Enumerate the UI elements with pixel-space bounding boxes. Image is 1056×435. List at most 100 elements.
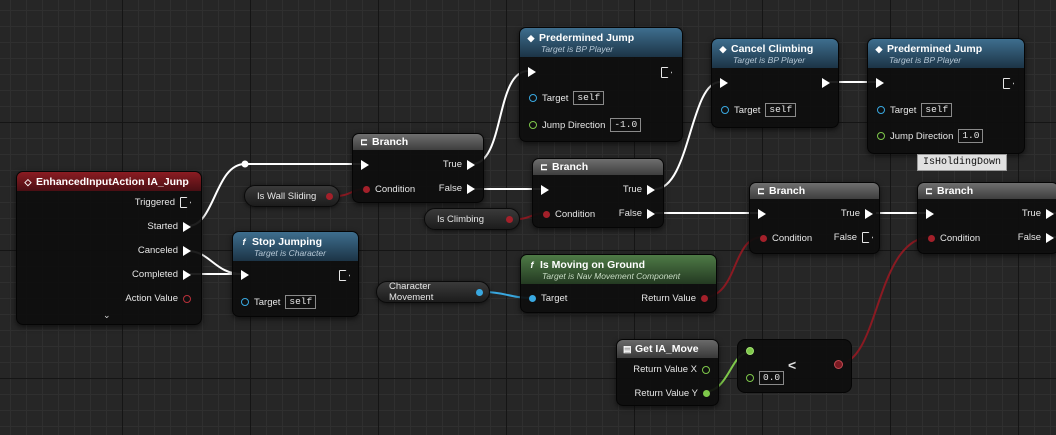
predermined-jump-node-2[interactable]: ◆ Predermined Jump Target is BP Player Ta… — [867, 38, 1025, 154]
object-pin-icon[interactable] — [721, 106, 729, 114]
exec-in-pin[interactable] — [528, 67, 536, 77]
node-header[interactable]: f Is Moving on Ground Target is Nav Movem… — [521, 255, 716, 284]
float-pin-icon[interactable] — [702, 365, 710, 374]
false-pin[interactable]: False — [1018, 232, 1054, 243]
float-pin-icon[interactable] — [703, 390, 710, 397]
exec-pin-icon[interactable] — [467, 159, 475, 170]
bool-pin-icon[interactable] — [363, 186, 370, 193]
bool-pin-icon[interactable] — [543, 211, 550, 218]
input-b-pin[interactable]: 0.0 — [746, 371, 785, 385]
exec-out-pin[interactable] — [339, 270, 350, 281]
exec-pin-icon[interactable] — [862, 232, 873, 243]
exec-pin-icon[interactable] — [1046, 232, 1054, 243]
exec-pin-icon[interactable] — [647, 184, 655, 195]
exec-pin-icon[interactable] — [183, 221, 191, 232]
exec-in-pin[interactable] — [758, 209, 766, 219]
get-ia-move-node[interactable]: ▤ Get IA_Move Return Value X Return Value… — [616, 339, 719, 406]
branch-node-1[interactable]: ⊏ Branch True Condition False — [352, 133, 484, 203]
exec-pin-icon[interactable] — [1046, 208, 1054, 219]
return-value-y-pin[interactable]: Return Value Y — [634, 388, 710, 399]
exec-in-pin[interactable] — [241, 270, 249, 280]
node-header[interactable]: f Stop Jumping Target is Character — [233, 232, 358, 261]
pin-action-value[interactable]: Action Value — [125, 293, 191, 304]
true-pin[interactable]: True — [1022, 208, 1054, 219]
true-pin[interactable]: True — [841, 208, 873, 219]
event-node-header[interactable]: ◇ EnhancedInputAction IA_Junp — [17, 172, 201, 191]
float-pin-icon[interactable] — [746, 374, 754, 382]
target-pin[interactable]: Target self — [241, 295, 317, 309]
float-pin-icon[interactable] — [746, 347, 754, 355]
pin-started[interactable]: Started — [147, 221, 191, 232]
false-pin[interactable]: False — [834, 232, 873, 243]
return-value-pin[interactable]: Return Value — [641, 293, 708, 304]
float-pin-icon[interactable] — [529, 121, 537, 129]
node-header[interactable]: ⊏ Branch — [533, 159, 663, 175]
exec-pin-icon[interactable] — [1003, 78, 1014, 89]
object-pin-icon[interactable] — [241, 298, 249, 306]
jump-direction-pin[interactable]: Jump Direction -1.0 — [529, 118, 642, 132]
less-than-node[interactable]: 0.0 < — [737, 339, 852, 393]
exec-in-pin[interactable] — [876, 78, 884, 88]
output-pin[interactable] — [834, 360, 843, 369]
true-pin[interactable]: True — [443, 159, 475, 170]
target-value[interactable]: self — [285, 295, 317, 309]
exec-pin-icon[interactable] — [528, 67, 536, 77]
jump-direction-pin[interactable]: Jump Direction 1.0 — [877, 129, 984, 143]
exec-in-pin[interactable] — [720, 78, 728, 88]
exec-pin-icon[interactable] — [183, 245, 191, 256]
condition-pin[interactable]: Condition — [928, 233, 980, 244]
chevron-down-icon[interactable]: ⌄ — [103, 310, 111, 321]
exec-in-pin[interactable] — [541, 185, 549, 195]
node-header[interactable]: ⊏ Branch — [353, 134, 483, 150]
object-pin-icon[interactable] — [877, 106, 885, 114]
exec-pin-icon[interactable] — [865, 208, 873, 219]
target-pin[interactable]: Target self — [529, 91, 605, 105]
return-value-x-pin[interactable]: Return Value X — [633, 364, 710, 375]
character-movement-getter[interactable]: Character Movement — [376, 281, 490, 303]
node-header[interactable]: ◆ Predermined Jump Target is BP Player — [868, 39, 1024, 68]
object-pin-icon[interactable] — [529, 94, 537, 102]
target-value[interactable]: self — [573, 91, 605, 105]
predermined-jump-node-1[interactable]: ◆ Predermined Jump Target is BP Player Ta… — [519, 27, 683, 142]
node-header[interactable]: ◆ Cancel Climbing Target is BP Player — [712, 39, 838, 68]
exec-pin-icon[interactable] — [467, 183, 475, 194]
exec-pin-icon[interactable] — [661, 67, 672, 78]
bool-pin-icon[interactable] — [928, 235, 935, 242]
true-pin[interactable]: True — [623, 184, 655, 195]
bool-pin-icon[interactable] — [834, 360, 843, 369]
condition-pin[interactable]: Condition — [363, 184, 415, 195]
branch-node-4[interactable]: ⊏ Branch True Condition False — [917, 182, 1056, 254]
is-wall-sliding-getter[interactable]: Is Wall Sliding — [244, 185, 340, 207]
false-pin[interactable]: False — [439, 183, 475, 194]
condition-pin[interactable]: Condition — [760, 233, 812, 244]
event-node-ia-jump[interactable]: ◇ EnhancedInputAction IA_Junp Triggered S… — [16, 171, 202, 325]
exec-in-pin[interactable] — [926, 209, 934, 219]
target-pin[interactable]: Target — [529, 293, 567, 304]
exec-pin-icon[interactable] — [720, 78, 728, 88]
exec-pin-icon[interactable] — [361, 160, 369, 170]
exec-in-pin[interactable] — [361, 160, 369, 170]
is-climbing-getter[interactable]: Is Climbing — [424, 208, 520, 230]
object-pin-icon[interactable] — [476, 288, 483, 296]
pin-canceled[interactable]: Canceled — [138, 245, 191, 256]
exec-pin-icon[interactable] — [339, 270, 350, 281]
exec-pin-icon[interactable] — [822, 78, 830, 88]
node-header[interactable]: ⊏ Branch — [750, 183, 879, 199]
input-a-pin[interactable] — [746, 347, 754, 355]
target-pin[interactable]: Target self — [721, 103, 797, 117]
stop-jumping-node[interactable]: f Stop Jumping Target is Character Target… — [232, 231, 359, 317]
node-header[interactable]: ◆ Predermined Jump Target is BP Player — [520, 28, 682, 57]
pin-triggered[interactable]: Triggered — [135, 197, 191, 208]
exec-pin-icon[interactable] — [758, 209, 766, 219]
exec-pin-icon[interactable] — [647, 208, 655, 219]
exec-out-pin[interactable] — [1003, 78, 1014, 89]
exec-pin-icon[interactable] — [183, 269, 191, 280]
compare-value[interactable]: 0.0 — [759, 371, 785, 385]
jump-direction-value[interactable]: -1.0 — [610, 118, 642, 132]
bool-pin-icon[interactable] — [701, 295, 708, 302]
target-value[interactable]: self — [765, 103, 797, 117]
branch-node-3[interactable]: ⊏ Branch True Condition False — [749, 182, 880, 254]
exec-out-pin[interactable] — [822, 78, 830, 88]
bool-pin-icon[interactable] — [760, 235, 767, 242]
object-pin-icon[interactable] — [529, 295, 536, 302]
